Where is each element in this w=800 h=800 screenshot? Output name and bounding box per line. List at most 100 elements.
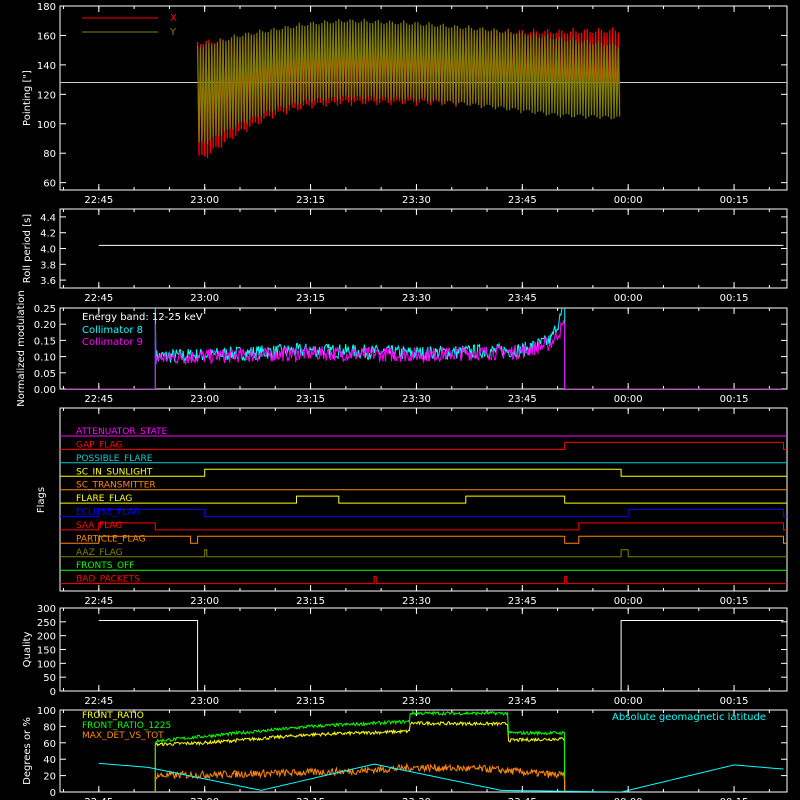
flag-label-particle-flag: PARTICLE_FLAG bbox=[76, 534, 146, 544]
pointing-ytick-label: 120 bbox=[37, 90, 56, 101]
legend-label-x: X bbox=[170, 13, 177, 24]
quality-ytick-label: 200 bbox=[37, 632, 56, 643]
ratios-ytick-label: 40 bbox=[43, 755, 56, 766]
modulation-ytick-label: 0.00 bbox=[34, 385, 56, 396]
quality-xtick-label: 23:30 bbox=[402, 696, 431, 707]
ratios-plot-area bbox=[98, 710, 784, 792]
ratio-legend-max-det-vs-tot: MAX_DET_VS_TOT bbox=[82, 731, 164, 741]
flags-xtick-label: 23:30 bbox=[402, 596, 431, 607]
roll-ytick-label: 3.6 bbox=[40, 276, 56, 287]
flags-xtick-label: 00:00 bbox=[614, 596, 643, 607]
panel-roll: 22:45 23:00 23:15 23:30 23:45 00:00 00:15 3.6 3.… bbox=[22, 208, 788, 304]
roll-xtick-label: 23:00 bbox=[190, 293, 219, 304]
flag-label-sc-transmitter: SC_TRANSMITTER bbox=[76, 481, 156, 491]
quality-plot-area bbox=[98, 620, 784, 691]
flags-xtick-label: 23:45 bbox=[508, 596, 537, 607]
flag-line-particle-flag bbox=[60, 535, 787, 544]
flag-line-saa-flag bbox=[60, 522, 787, 531]
pointing-plot-area bbox=[60, 18, 787, 159]
pointing-xtick-label: 23:30 bbox=[402, 195, 431, 206]
ratio-series-max-det-vs-tot bbox=[154, 762, 566, 792]
ratios-ytick-label: 100 bbox=[37, 706, 56, 717]
roll-ytick-label: 3.8 bbox=[40, 260, 56, 271]
modulation-xtick-label: 00:00 bbox=[614, 394, 643, 405]
roll-ytick-label: 4.0 bbox=[40, 245, 56, 256]
pointing-ytick-label: 180 bbox=[37, 2, 56, 13]
flag-line-flare-flag bbox=[60, 495, 787, 504]
ratio-series-front-ratio-1225 bbox=[154, 710, 566, 792]
roll-ytick-label: 4.4 bbox=[40, 213, 56, 224]
roll-xtick-label: 23:30 bbox=[402, 293, 431, 304]
modulation-series-9 bbox=[154, 319, 566, 389]
pointing-ytick-label: 160 bbox=[37, 31, 56, 42]
modulation-xtick-label: 23:45 bbox=[508, 394, 537, 405]
roll-xtick-label: 00:15 bbox=[720, 293, 749, 304]
flag-label-bad-packets: BAD_PACKETS bbox=[76, 575, 140, 585]
modulation-xtick-label: 23:00 bbox=[190, 394, 219, 405]
flag-label-possible-flare: POSSIBLE_FLARE bbox=[76, 454, 153, 464]
flag-label-sc-in-sunlight: SC_IN_SUNLIGHT bbox=[76, 467, 153, 477]
quality-xtick-label: 22:45 bbox=[84, 696, 113, 707]
ratios-ytick-label: 0 bbox=[50, 788, 56, 799]
pointing-xtick-label: 00:00 bbox=[614, 195, 643, 206]
flags-plot-area bbox=[60, 435, 787, 585]
pointing-xtick-label: 00:15 bbox=[720, 195, 749, 206]
modulation-ytick-label: 0.15 bbox=[34, 336, 56, 347]
flag-label-aaz-flag: AAZ_FLAG bbox=[76, 548, 123, 558]
flag-label-attenuator-state: ATTENUATOR_STATE bbox=[76, 427, 168, 437]
flag-line-aaz-flag bbox=[60, 549, 787, 558]
quality-xtick-label: 23:15 bbox=[296, 696, 325, 707]
modulation-xtick-label: 00:15 bbox=[720, 394, 749, 405]
flag-label-eclipse-flag: ECLIPSE_FLAG bbox=[76, 508, 140, 518]
roll-ytick-label: 4.2 bbox=[40, 229, 56, 240]
quality-ytick-label: 150 bbox=[37, 646, 56, 657]
roll-ylabel: Roll period [s] bbox=[22, 214, 33, 283]
quality-ytick-label: 250 bbox=[37, 618, 56, 629]
pointing-ytick-label: 80 bbox=[43, 149, 56, 160]
quality-xtick-label: 23:00 bbox=[190, 696, 219, 707]
pointing-xtick-label: 23:15 bbox=[296, 195, 325, 206]
ratios-ytick-label: 60 bbox=[43, 739, 56, 750]
roll-xtick-label: 00:00 bbox=[614, 293, 643, 304]
modulation-ytick-label: 0.05 bbox=[34, 369, 56, 380]
roll-xtick-label: 23:15 bbox=[296, 293, 325, 304]
panel-modulation: 22:45 23:00 23:15 23:30 23:45 00:00 00:15 0.00 0… bbox=[16, 290, 788, 407]
flag-line-bad-packets bbox=[60, 576, 787, 585]
quality-xtick-label: 00:15 bbox=[720, 696, 749, 707]
ratio-right-label: Absolute geomagnetic latitude bbox=[612, 712, 766, 723]
legend-label-y: Y bbox=[169, 27, 177, 38]
modulation-ylabel: Normalized modulation bbox=[16, 290, 27, 407]
panel-flags: 22:45 23:00 23:15 23:30 23:45 00:00 00:15 Flags… bbox=[36, 407, 788, 607]
ratios-ylabel: Degrees or % bbox=[22, 717, 33, 785]
ratios-ytick-label: 80 bbox=[43, 722, 56, 733]
pointing-xtick-label: 23:45 bbox=[508, 195, 537, 206]
pointing-ytick-label: 100 bbox=[37, 120, 56, 131]
modulation-xtick-label: 23:30 bbox=[402, 394, 431, 405]
modulation-energy-band: Energy band: 12-25 keV bbox=[82, 312, 203, 323]
modulation-legend-9: Collimator 9 bbox=[82, 337, 143, 348]
quality-ytick-label: 300 bbox=[37, 604, 56, 615]
flags-xtick-label: 23:00 bbox=[190, 596, 219, 607]
modulation-legend-8: Collimator 8 bbox=[82, 325, 143, 336]
panel-ratios: 22:4523:0023:1523:3023:4500:0000:1502040… bbox=[22, 706, 788, 800]
quality-ylabel: Quality bbox=[22, 632, 33, 668]
flag-line-eclipse-flag bbox=[60, 509, 787, 517]
flag-label-gap-flag: GAP_FLAG bbox=[76, 440, 122, 450]
pointing-xtick-label: 22:45 bbox=[84, 195, 113, 206]
pointing-ytick-label: 60 bbox=[43, 179, 56, 190]
modulation-ytick-label: 0.20 bbox=[34, 320, 56, 331]
flag-label-saa-flag: SAA_FLAG bbox=[76, 521, 122, 531]
roll-xtick-label: 23:45 bbox=[508, 293, 537, 304]
modulation-series-8 bbox=[154, 308, 566, 389]
ratios-ytick-label: 20 bbox=[43, 772, 56, 783]
flags-frame bbox=[59, 407, 788, 592]
ratio-legend-front-ratio: FRONT_RATIO bbox=[82, 711, 144, 721]
modulation-ytick-label: 0.10 bbox=[34, 353, 56, 364]
roll-frame bbox=[59, 208, 788, 289]
modulation-ytick-label: 0.25 bbox=[34, 304, 56, 315]
flags-xtick-label: 23:15 bbox=[296, 596, 325, 607]
quality-ytick-label: 100 bbox=[37, 659, 56, 670]
ratio-legend-front-ratio-1225: FRONT_RATIO_1225 bbox=[82, 721, 171, 731]
modulation-xtick-label: 23:15 bbox=[296, 394, 325, 405]
panel-quality: 22:45 23:00 23:15 23:30 23:45 00:00 00:15 0 50 10… bbox=[22, 604, 788, 707]
